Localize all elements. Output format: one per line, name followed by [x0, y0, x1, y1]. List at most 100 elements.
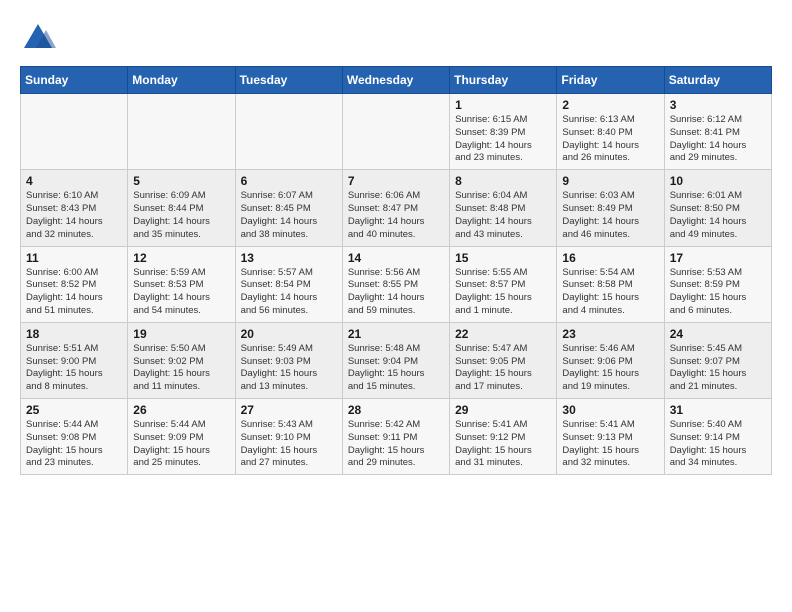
day-info: Sunrise: 5:51 AM Sunset: 9:00 PM Dayligh…	[26, 343, 122, 394]
day-info: Sunrise: 5:43 AM Sunset: 9:10 PM Dayligh…	[241, 419, 337, 470]
weekday-header-thursday: Thursday	[450, 67, 557, 94]
day-number: 26	[133, 403, 229, 417]
day-info: Sunrise: 5:44 AM Sunset: 9:08 PM Dayligh…	[26, 419, 122, 470]
day-info: Sunrise: 5:44 AM Sunset: 9:09 PM Dayligh…	[133, 419, 229, 470]
day-info: Sunrise: 5:40 AM Sunset: 9:14 PM Dayligh…	[670, 419, 766, 470]
day-number: 17	[670, 251, 766, 265]
calendar-cell	[235, 94, 342, 170]
day-number: 14	[348, 251, 444, 265]
calendar-cell: 19Sunrise: 5:50 AM Sunset: 9:02 PM Dayli…	[128, 322, 235, 398]
day-info: Sunrise: 6:12 AM Sunset: 8:41 PM Dayligh…	[670, 114, 766, 165]
calendar-cell: 8 Sunrise: 6:04 AM Sunset: 8:48 PM Daylig…	[450, 170, 557, 246]
calendar-cell: 22 Sunrise: 5:47 AM Sunset: 9:05 PM Dayli…	[450, 322, 557, 398]
calendar-week-1: 1 Sunrise: 6:15 AM Sunset: 8:39 PM Daylig…	[21, 94, 772, 170]
day-info: Sunrise: 5:57 AM Sunset: 8:54 PM Dayligh…	[241, 267, 337, 318]
weekday-header-friday: Friday	[557, 67, 664, 94]
day-number: 8	[455, 174, 551, 188]
day-info: Sunrise: 5:41 AM Sunset: 9:12 PM Dayligh…	[455, 419, 551, 470]
calendar-cell: 5 Sunrise: 6:09 AM Sunset: 8:44 PM Daylig…	[128, 170, 235, 246]
day-info: Sunrise: 5:49 AM Sunset: 9:03 PM Dayligh…	[241, 343, 337, 394]
day-number: 16	[562, 251, 658, 265]
calendar-week-2: 4 Sunrise: 6:10 AM Sunset: 8:43 PM Daylig…	[21, 170, 772, 246]
day-number: 30	[562, 403, 658, 417]
calendar-cell: 6 Sunrise: 6:07 AM Sunset: 8:45 PM Daylig…	[235, 170, 342, 246]
weekday-header-wednesday: Wednesday	[342, 67, 449, 94]
day-number: 21	[348, 327, 444, 341]
day-number: 13	[241, 251, 337, 265]
calendar-cell: 27 Sunrise: 5:43 AM Sunset: 9:10 PM Dayli…	[235, 399, 342, 475]
day-number: 9	[562, 174, 658, 188]
calendar-cell: 29 Sunrise: 5:41 AM Sunset: 9:12 PM Dayli…	[450, 399, 557, 475]
calendar-cell	[342, 94, 449, 170]
calendar-cell: 9 Sunrise: 6:03 AM Sunset: 8:49 PM Daylig…	[557, 170, 664, 246]
day-number: 25	[26, 403, 122, 417]
day-number: 4	[26, 174, 122, 188]
calendar-cell: 20Sunrise: 5:49 AM Sunset: 9:03 PM Dayli…	[235, 322, 342, 398]
day-number: 6	[241, 174, 337, 188]
calendar-cell: 13 Sunrise: 5:57 AM Sunset: 8:54 PM Dayli…	[235, 246, 342, 322]
day-info: Sunrise: 5:41 AM Sunset: 9:13 PM Dayligh…	[562, 419, 658, 470]
calendar-cell: 3 Sunrise: 6:12 AM Sunset: 8:41 PM Daylig…	[664, 94, 771, 170]
day-info: Sunrise: 6:04 AM Sunset: 8:48 PM Dayligh…	[455, 190, 551, 241]
day-number: 27	[241, 403, 337, 417]
day-info: Sunrise: 6:06 AM Sunset: 8:47 PM Dayligh…	[348, 190, 444, 241]
calendar-cell: 7 Sunrise: 6:06 AM Sunset: 8:47 PM Daylig…	[342, 170, 449, 246]
day-number: 2	[562, 98, 658, 112]
day-number: 10	[670, 174, 766, 188]
calendar-table: SundayMondayTuesdayWednesdayThursdayFrid…	[20, 66, 772, 475]
day-number: 12	[133, 251, 229, 265]
day-info: Sunrise: 5:48 AM Sunset: 9:04 PM Dayligh…	[348, 343, 444, 394]
day-info: Sunrise: 6:10 AM Sunset: 8:43 PM Dayligh…	[26, 190, 122, 241]
calendar-cell: 12Sunrise: 5:59 AM Sunset: 8:53 PM Dayli…	[128, 246, 235, 322]
calendar-week-3: 11Sunrise: 6:00 AM Sunset: 8:52 PM Dayli…	[21, 246, 772, 322]
calendar-cell: 11Sunrise: 6:00 AM Sunset: 8:52 PM Dayli…	[21, 246, 128, 322]
day-info: Sunrise: 6:07 AM Sunset: 8:45 PM Dayligh…	[241, 190, 337, 241]
day-info: Sunrise: 6:15 AM Sunset: 8:39 PM Dayligh…	[455, 114, 551, 165]
calendar-cell: 2 Sunrise: 6:13 AM Sunset: 8:40 PM Daylig…	[557, 94, 664, 170]
day-number: 1	[455, 98, 551, 112]
calendar-week-5: 25 Sunrise: 5:44 AM Sunset: 9:08 PM Dayli…	[21, 399, 772, 475]
day-info: Sunrise: 5:50 AM Sunset: 9:02 PM Dayligh…	[133, 343, 229, 394]
day-number: 5	[133, 174, 229, 188]
weekday-header-tuesday: Tuesday	[235, 67, 342, 94]
weekday-header-monday: Monday	[128, 67, 235, 94]
calendar-cell: 21 Sunrise: 5:48 AM Sunset: 9:04 PM Dayli…	[342, 322, 449, 398]
day-number: 28	[348, 403, 444, 417]
calendar-cell: 24Sunrise: 5:45 AM Sunset: 9:07 PM Dayli…	[664, 322, 771, 398]
calendar-cell: 23 Sunrise: 5:46 AM Sunset: 9:06 PM Dayli…	[557, 322, 664, 398]
calendar-cell: 16Sunrise: 5:54 AM Sunset: 8:58 PM Dayli…	[557, 246, 664, 322]
day-info: Sunrise: 5:56 AM Sunset: 8:55 PM Dayligh…	[348, 267, 444, 318]
calendar-cell: 4 Sunrise: 6:10 AM Sunset: 8:43 PM Daylig…	[21, 170, 128, 246]
day-number: 24	[670, 327, 766, 341]
calendar-week-4: 18Sunrise: 5:51 AM Sunset: 9:00 PM Dayli…	[21, 322, 772, 398]
calendar-cell: 10 Sunrise: 6:01 AM Sunset: 8:50 PM Dayli…	[664, 170, 771, 246]
page-header	[20, 20, 772, 56]
calendar-cell: 18Sunrise: 5:51 AM Sunset: 9:00 PM Dayli…	[21, 322, 128, 398]
calendar-cell: 31 Sunrise: 5:40 AM Sunset: 9:14 PM Dayli…	[664, 399, 771, 475]
calendar-cell	[21, 94, 128, 170]
day-number: 22	[455, 327, 551, 341]
day-info: Sunrise: 6:01 AM Sunset: 8:50 PM Dayligh…	[670, 190, 766, 241]
day-info: Sunrise: 6:13 AM Sunset: 8:40 PM Dayligh…	[562, 114, 658, 165]
day-info: Sunrise: 5:46 AM Sunset: 9:06 PM Dayligh…	[562, 343, 658, 394]
day-info: Sunrise: 6:00 AM Sunset: 8:52 PM Dayligh…	[26, 267, 122, 318]
day-number: 15	[455, 251, 551, 265]
calendar-cell: 26 Sunrise: 5:44 AM Sunset: 9:09 PM Dayli…	[128, 399, 235, 475]
logo	[20, 20, 60, 56]
calendar-cell	[128, 94, 235, 170]
day-info: Sunrise: 5:42 AM Sunset: 9:11 PM Dayligh…	[348, 419, 444, 470]
day-number: 29	[455, 403, 551, 417]
logo-icon	[20, 20, 56, 56]
day-info: Sunrise: 5:47 AM Sunset: 9:05 PM Dayligh…	[455, 343, 551, 394]
day-number: 23	[562, 327, 658, 341]
day-info: Sunrise: 6:09 AM Sunset: 8:44 PM Dayligh…	[133, 190, 229, 241]
day-number: 31	[670, 403, 766, 417]
calendar-cell: 25 Sunrise: 5:44 AM Sunset: 9:08 PM Dayli…	[21, 399, 128, 475]
day-number: 3	[670, 98, 766, 112]
day-info: Sunrise: 6:03 AM Sunset: 8:49 PM Dayligh…	[562, 190, 658, 241]
weekday-header-row: SundayMondayTuesdayWednesdayThursdayFrid…	[21, 67, 772, 94]
weekday-header-saturday: Saturday	[664, 67, 771, 94]
calendar-cell: 30 Sunrise: 5:41 AM Sunset: 9:13 PM Dayli…	[557, 399, 664, 475]
day-number: 7	[348, 174, 444, 188]
calendar-cell: 14 Sunrise: 5:56 AM Sunset: 8:55 PM Dayli…	[342, 246, 449, 322]
